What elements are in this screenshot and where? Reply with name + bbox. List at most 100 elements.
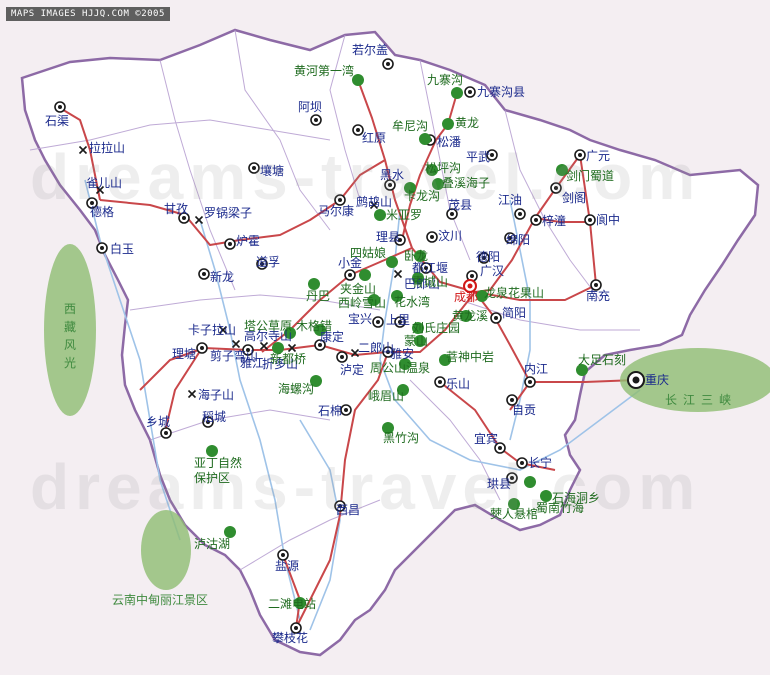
scenic-dot-icon: [374, 209, 386, 221]
city-label: 九寨沟县: [477, 85, 526, 99]
pass-label: 海子山: [198, 388, 235, 402]
city-label: 梓潼: [542, 214, 567, 228]
city-label: 黑水: [380, 168, 405, 182]
city-label: 若尔盖: [352, 43, 389, 57]
city-label: 都江堰: [412, 261, 449, 275]
city-marker-icon: [574, 149, 586, 161]
capital-label: 成都: [454, 290, 479, 304]
scenic-label: 峨眉山: [368, 389, 405, 403]
scenic-label: 大足石刻: [578, 353, 627, 367]
scenic-label: 新都桥: [270, 352, 307, 366]
city-marker-icon: [584, 214, 596, 226]
city-label: 道孚: [256, 255, 281, 269]
city-marker-icon: [516, 457, 528, 469]
city-label: 德格: [90, 205, 115, 219]
city-marker-icon: [160, 427, 172, 439]
city-marker-icon: [340, 404, 352, 416]
scenic-label: 龙泉花果山: [484, 286, 545, 300]
scenic-label: 卡龙沟: [404, 189, 441, 203]
region-label-xizang: 西藏风光: [63, 302, 76, 370]
pass-label: 卡子拉山: [188, 323, 237, 337]
city-label: 南充: [586, 289, 611, 303]
scenic-label: 泸沽湖: [194, 537, 231, 551]
city-label: 理县: [376, 230, 401, 244]
city-label: 简阳: [502, 306, 527, 320]
city-label: 重庆: [645, 373, 670, 387]
city-label: 西昌: [336, 503, 361, 517]
scenic-label: 黄河第一湾: [294, 64, 355, 78]
scenic-label: 僰人悬棺: [490, 507, 539, 521]
region-yunnan-ellipse: [141, 510, 191, 590]
scenic-dot-icon: [524, 476, 536, 488]
scenic-label: 周公山温泉: [370, 361, 431, 375]
pass-label: 拉拉山: [89, 141, 126, 155]
city-marker-icon: [464, 86, 476, 98]
city-label: 红原: [362, 131, 387, 145]
city-marker-icon: [336, 351, 348, 363]
scenic-label: 黄龙: [455, 116, 480, 130]
city-marker-icon: [96, 242, 108, 254]
pass-label: 二郎山: [358, 341, 395, 355]
city-label: 石棉: [318, 404, 343, 418]
city-label: 广元: [586, 149, 611, 163]
city-label: 广汉: [480, 264, 505, 278]
city-label: 攀枝花: [272, 631, 309, 645]
region-label-yunnan: 云南中甸丽江景区: [112, 593, 209, 607]
scenic-label: 塔公草原: [244, 319, 293, 333]
city-marker-icon: [248, 162, 260, 174]
city-label: 新龙: [210, 270, 235, 284]
watermark-banner: MAPS IMAGES HJJQ.COM ©2005: [6, 7, 170, 21]
region-label-sanxia: 长江三峡: [665, 393, 738, 407]
scenic-label: 剑门蜀道: [566, 169, 615, 183]
city-label: 茂县: [448, 198, 473, 212]
city-label: 马尔康: [318, 204, 355, 218]
city-marker-icon: [550, 182, 562, 194]
map-base-layer: [0, 0, 770, 675]
city-label: 宜宾: [474, 432, 499, 446]
city-label: 乐山: [446, 377, 471, 391]
city-marker-icon: [344, 269, 356, 281]
scenic-label: 松坪沟: [425, 161, 462, 175]
city-label: 宝兴: [348, 312, 373, 326]
city-label: 德阳: [476, 250, 501, 264]
city-marker-icon: [434, 376, 446, 388]
city-label: 乡城: [146, 415, 171, 429]
city-label: 壤塘: [260, 164, 285, 178]
city-marker-icon: [198, 268, 210, 280]
city-label: 盐源: [275, 559, 300, 573]
city-marker-icon: [382, 58, 394, 70]
city-label: 甘孜: [164, 202, 189, 216]
scenic-label: 亚丁自然保护区: [194, 456, 243, 485]
scenic-label: 九寨沟: [427, 73, 464, 87]
city-label: 炉霍: [236, 234, 261, 248]
city-label: 内江: [524, 362, 549, 376]
scenic-dot-icon: [386, 256, 398, 268]
scenic-dot-icon: [359, 269, 371, 281]
scenic-label: 西岭雪山: [338, 296, 387, 310]
scenic-label: 花水湾: [394, 295, 431, 309]
city-label: 泸定: [340, 363, 365, 377]
city-marker-icon: [490, 312, 502, 324]
scenic-label: 牟尼沟: [392, 119, 429, 133]
scenic-label: 夹金山: [340, 282, 377, 296]
scenic-label: 石海洞乡: [552, 491, 601, 505]
city-label: 自贡: [512, 403, 537, 417]
city-label: 绵阳: [506, 233, 531, 247]
city-marker-icon: [372, 316, 384, 328]
scenic-label: 海螺沟: [278, 382, 315, 396]
pass-label: 剪子弯山: [210, 349, 259, 363]
city-label: 阆中: [596, 213, 621, 227]
scenic-label: 叠溪海子: [442, 176, 491, 190]
scenic-label: 卧龙: [404, 249, 429, 263]
scenic-dot-icon: [419, 133, 431, 145]
city-label: 江油: [498, 193, 523, 207]
city-label: 阿坝: [298, 100, 323, 114]
city-marker-icon: [224, 238, 236, 250]
city-marker-icon: [530, 214, 542, 226]
city-label: 上里: [386, 313, 411, 327]
city-label: 剑阁: [562, 191, 587, 205]
city-label: 珙县: [487, 477, 512, 491]
city-label: 白玉: [110, 242, 135, 256]
pass-label: 罗锅梁子: [204, 206, 253, 220]
scenic-label: 蒙山: [404, 334, 429, 348]
